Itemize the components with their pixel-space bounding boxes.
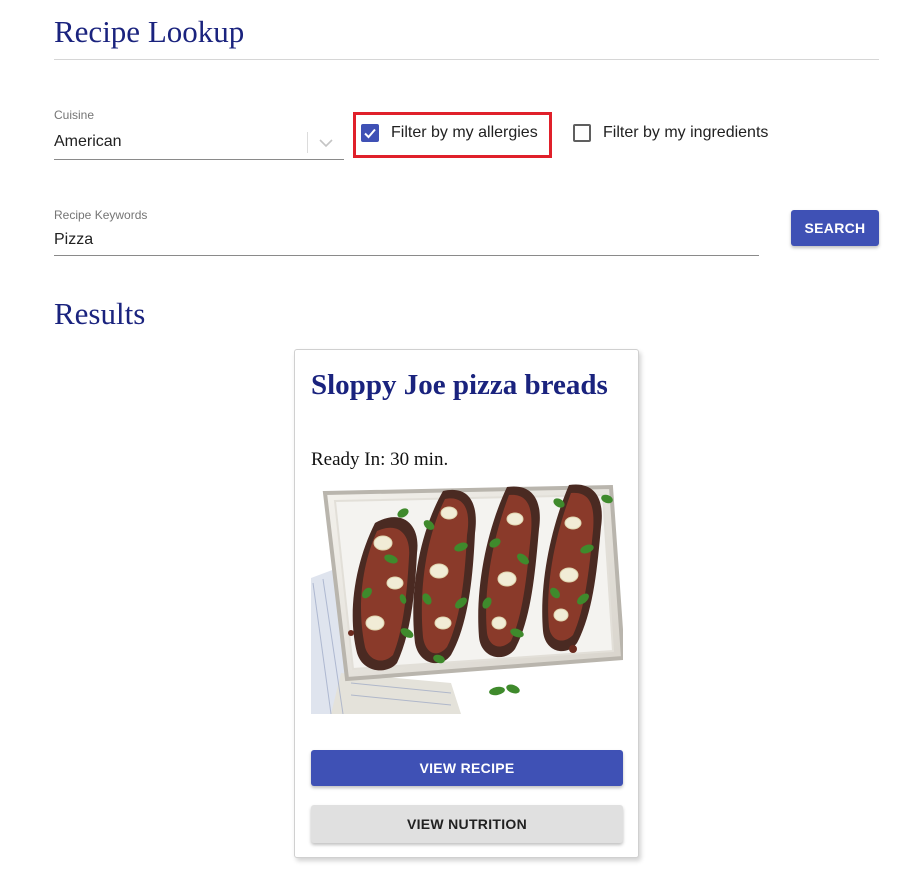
- view-recipe-button[interactable]: VIEW RECIPE: [311, 750, 623, 786]
- filter-allergies-label: Filter by my allergies: [391, 124, 538, 141]
- ready-label: Ready In:: [311, 449, 386, 470]
- cuisine-label: Cuisine: [54, 108, 95, 122]
- filter-ingredients-checkbox[interactable]: Filter by my ingredients: [573, 124, 768, 142]
- checkbox-unchecked[interactable]: [573, 124, 591, 142]
- cuisine-value[interactable]: American: [54, 133, 122, 151]
- checkbox-checked[interactable]: [361, 124, 379, 142]
- ready-time: Ready In: 30 min.: [311, 449, 448, 471]
- recipe-title: Sloppy Joe pizza breads: [311, 369, 608, 401]
- cuisine-underline: [54, 159, 344, 160]
- filter-ingredients-label: Filter by my ingredients: [603, 124, 769, 141]
- view-nutrition-button[interactable]: VIEW NUTRITION: [311, 805, 623, 843]
- recipe-image: [311, 483, 623, 714]
- search-button[interactable]: SEARCH: [791, 210, 879, 246]
- recipe-card: Sloppy Joe pizza breads Ready In: 30 min…: [294, 349, 639, 858]
- results-heading: Results: [54, 296, 146, 331]
- checkmark-icon: [364, 128, 376, 139]
- keywords-label: Recipe Keywords: [54, 208, 148, 222]
- keywords-input[interactable]: Pizza: [54, 231, 93, 249]
- chevron-down-icon[interactable]: [315, 132, 337, 154]
- title-divider: [54, 59, 879, 60]
- keywords-underline: [54, 255, 759, 256]
- filter-allergies-checkbox[interactable]: Filter by my allergies: [361, 124, 538, 142]
- ready-value: 30 min.: [390, 449, 449, 470]
- dropdown-separator: [307, 132, 308, 153]
- page-title: Recipe Lookup: [54, 14, 245, 49]
